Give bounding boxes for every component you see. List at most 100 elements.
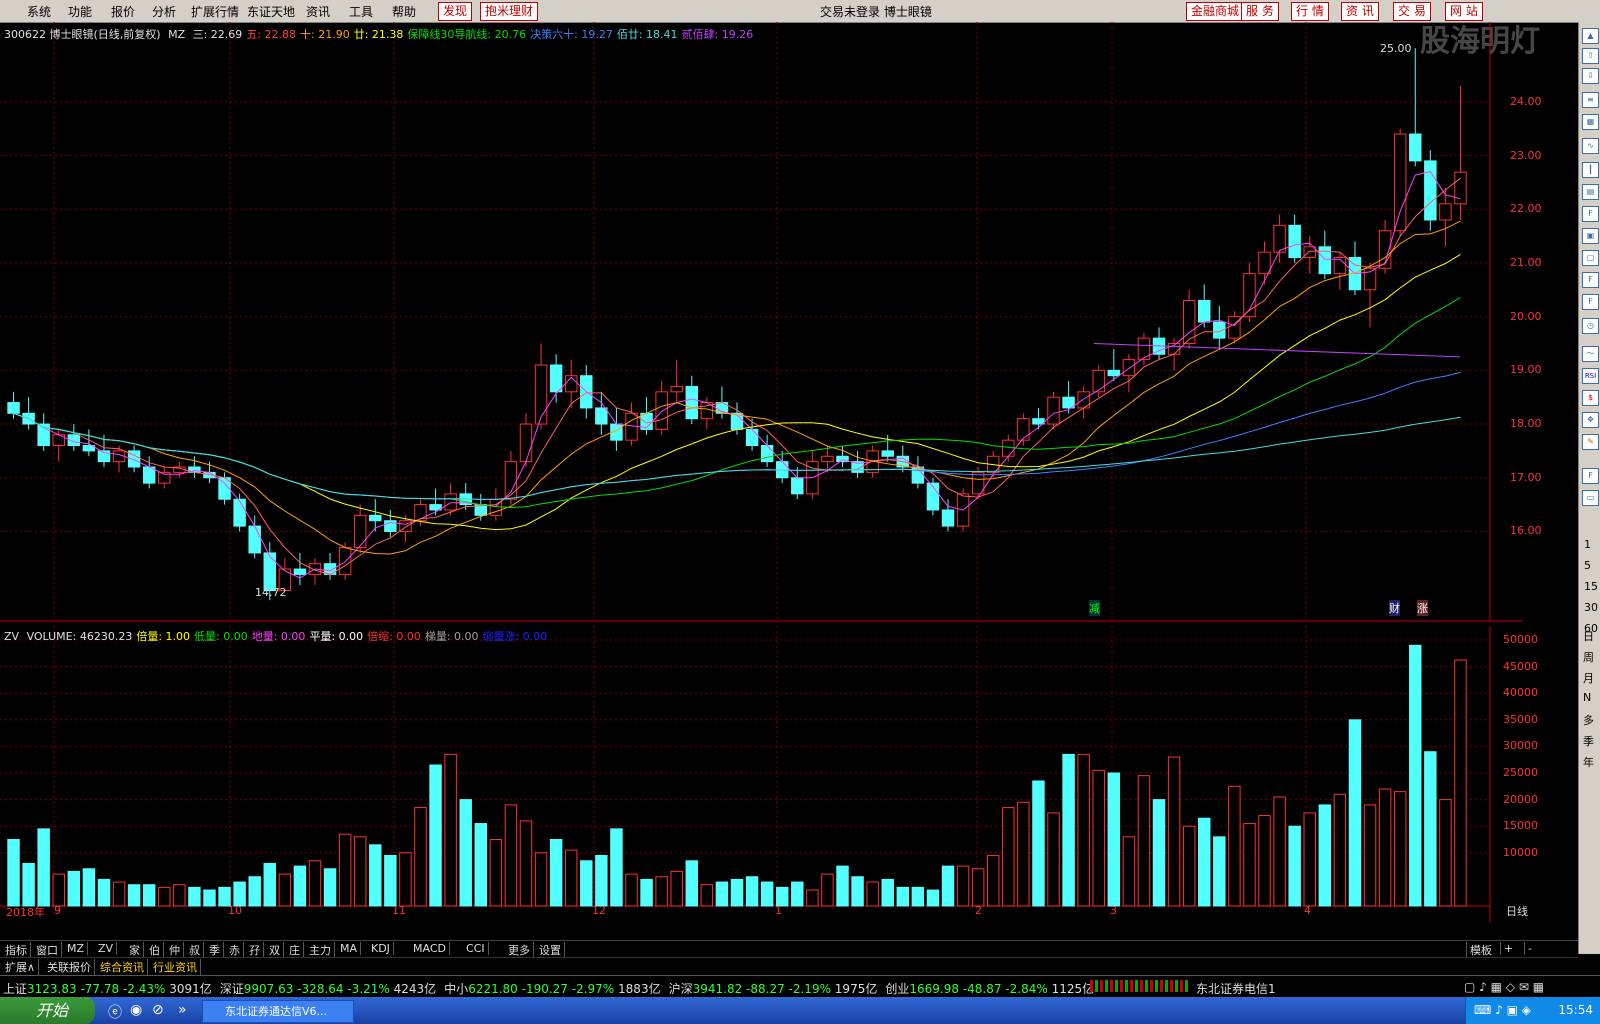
index-3[interactable]: 沪深3941.82 -88.27 -2.19% 1975亿	[669, 982, 878, 996]
tab-16[interactable]: MACD	[410, 942, 450, 955]
up-arrow-icon[interactable]: ▲	[1582, 28, 1599, 44]
market-button[interactable]: 行 情	[1291, 2, 1329, 21]
f2-icon[interactable]: F	[1582, 272, 1599, 288]
page-icon[interactable]: ▣	[1582, 228, 1599, 244]
volume-chart[interactable]	[0, 626, 1523, 922]
pen-icon[interactable]: ✎	[1582, 434, 1599, 450]
tab-6[interactable]: 仲	[166, 942, 184, 958]
menu-system[interactable]: 系统	[27, 3, 51, 20]
marker-finance[interactable]: 财	[1389, 600, 1400, 616]
tab-14[interactable]: MA	[337, 942, 362, 955]
menu-analysis[interactable]: 分析	[152, 3, 176, 20]
period-minute-15[interactable]: 15	[1584, 580, 1598, 593]
grid-icon[interactable]: ▤	[1582, 184, 1599, 200]
browser-icon[interactable]: ◉	[130, 1002, 142, 1018]
menu-quote[interactable]: 报价	[111, 3, 135, 20]
tab-10[interactable]: 孖	[246, 942, 264, 958]
rsi-icon[interactable]: RSI	[1582, 368, 1599, 384]
period-minute-1[interactable]: 1	[1584, 538, 1591, 551]
baomi-finance-button[interactable]: 抱米理财	[480, 2, 539, 21]
mall-button[interactable]: 金融商城	[1186, 2, 1245, 21]
move-icon[interactable]: ✥	[1582, 412, 1599, 428]
period-tab-5[interactable]: 季	[1583, 733, 1594, 749]
menu-news[interactable]: 资讯	[306, 3, 330, 20]
tab-7[interactable]: 叔	[186, 942, 204, 958]
money-icon[interactable]: $	[1582, 390, 1599, 406]
period-minute-30[interactable]: 30	[1584, 601, 1598, 614]
discover-button[interactable]: 发现	[438, 2, 473, 21]
candle	[1122, 354, 1136, 392]
period-tab-4[interactable]: 多	[1583, 712, 1594, 728]
vol-indicator-name[interactable]: ZV	[4, 630, 19, 643]
tab-4[interactable]: 家	[126, 942, 144, 958]
index-0[interactable]: 上证3123.83 -77.78 -2.43% 3091亿	[3, 982, 212, 996]
taskbar-app-tdx[interactable]: 东北证券通达信V6...	[202, 1000, 354, 1023]
candle	[1017, 413, 1030, 446]
index-4[interactable]: 创业1669.98 -48.87 -2.84% 1125亿	[885, 982, 1094, 996]
candle-icon[interactable]: ┃	[1582, 162, 1599, 178]
list-icon[interactable]: ≡	[1582, 92, 1599, 108]
tab-12[interactable]: 庄	[286, 942, 304, 958]
tab-15[interactable]: KDJ	[368, 942, 394, 955]
tab-17[interactable]: CCI	[463, 942, 489, 955]
tab-19[interactable]: 设置	[536, 942, 565, 958]
index-1[interactable]: 深证9907.63 -328.64 -3.21% 4243亿	[220, 982, 436, 996]
period-tab-6[interactable]: 年	[1583, 754, 1594, 770]
clock-icon[interactable]: ◷	[1582, 318, 1599, 334]
period-tab-3[interactable]: N	[1583, 691, 1591, 704]
f5-icon[interactable]: F	[1582, 468, 1599, 484]
tab-18[interactable]: 更多	[505, 942, 534, 958]
period-minute-5[interactable]: 5	[1584, 559, 1591, 572]
tab-8[interactable]: 季	[206, 942, 224, 958]
tab-1[interactable]: 窗口	[33, 942, 62, 958]
info-tab-1[interactable]: 关联报价	[44, 959, 95, 975]
marker-reduce[interactable]: 减	[1089, 600, 1100, 616]
index-2[interactable]: 中小6221.80 -190.27 -2.97% 1883亿	[444, 982, 660, 996]
window-icon[interactable]: ▭	[1582, 490, 1599, 506]
up-icon[interactable]: ⇧	[1582, 48, 1599, 64]
info-tab-0[interactable]: 扩展∧	[2, 959, 40, 975]
start-button[interactable]: 开始	[0, 997, 95, 1024]
tab-13[interactable]: 主力	[306, 942, 335, 958]
f10-icon[interactable]: F	[1582, 206, 1599, 222]
tab-5[interactable]: 伯	[146, 942, 164, 958]
doc-icon[interactable]: ▢	[1582, 250, 1599, 266]
chart-line-icon[interactable]: 〜	[1582, 346, 1599, 362]
tab-11[interactable]: 双	[266, 942, 284, 958]
ma-value-0: 三: 22.69	[192, 28, 243, 41]
candle-body	[1198, 300, 1211, 323]
tab-3[interactable]: ZV	[95, 942, 118, 955]
menu-dongzheng[interactable]: 东证天地	[247, 3, 295, 20]
tab-right-2[interactable]: -	[1524, 942, 1535, 955]
tab-0[interactable]: 指标	[2, 942, 31, 958]
info-tab-2[interactable]: 综合资讯	[97, 959, 148, 975]
menu-tools[interactable]: 工具	[349, 3, 373, 20]
trend-icon[interactable]: ∿	[1582, 138, 1599, 154]
app-icon[interactable]: ⊘	[152, 1002, 164, 1018]
indicator-name[interactable]: MZ	[168, 28, 185, 41]
ie-icon[interactable]: ⓔ	[108, 1002, 122, 1022]
period-tab-0[interactable]: 日	[1583, 628, 1594, 644]
volume-bar	[745, 876, 759, 907]
price-chart[interactable]	[0, 22, 1523, 622]
info-tab-3[interactable]: 行业资讯	[150, 959, 201, 975]
stock-code-name[interactable]: 300622 博士眼镜(日线,前复权)	[4, 28, 161, 41]
tab-right-0[interactable]: 模板	[1466, 942, 1495, 958]
marker-rise[interactable]: 涨	[1417, 600, 1428, 616]
period-tab-1[interactable]: 周	[1583, 649, 1594, 665]
service-button[interactable]: 服 务	[1241, 2, 1279, 21]
table-icon[interactable]: ▦	[1582, 114, 1599, 130]
menu-help[interactable]: 帮助	[392, 3, 416, 20]
menu-function[interactable]: 功能	[68, 3, 92, 20]
period-tab-2[interactable]: 月	[1583, 670, 1594, 686]
tab-9[interactable]: 赤	[226, 942, 244, 958]
news-button[interactable]: 资 讯	[1341, 2, 1379, 21]
volume-bar	[896, 886, 910, 907]
tab-right-1[interactable]: +	[1500, 942, 1516, 955]
down-icon[interactable]: ⇩	[1582, 68, 1599, 84]
tab-2[interactable]: MZ	[64, 942, 89, 955]
menu-extended-market[interactable]: 扩展行情	[191, 3, 239, 20]
tray-icons[interactable]: ⌨ ♪ ▣ ◈	[1474, 1003, 1531, 1017]
expand-icon[interactable]: »	[178, 1002, 187, 1018]
f6-icon[interactable]: F	[1582, 294, 1599, 310]
